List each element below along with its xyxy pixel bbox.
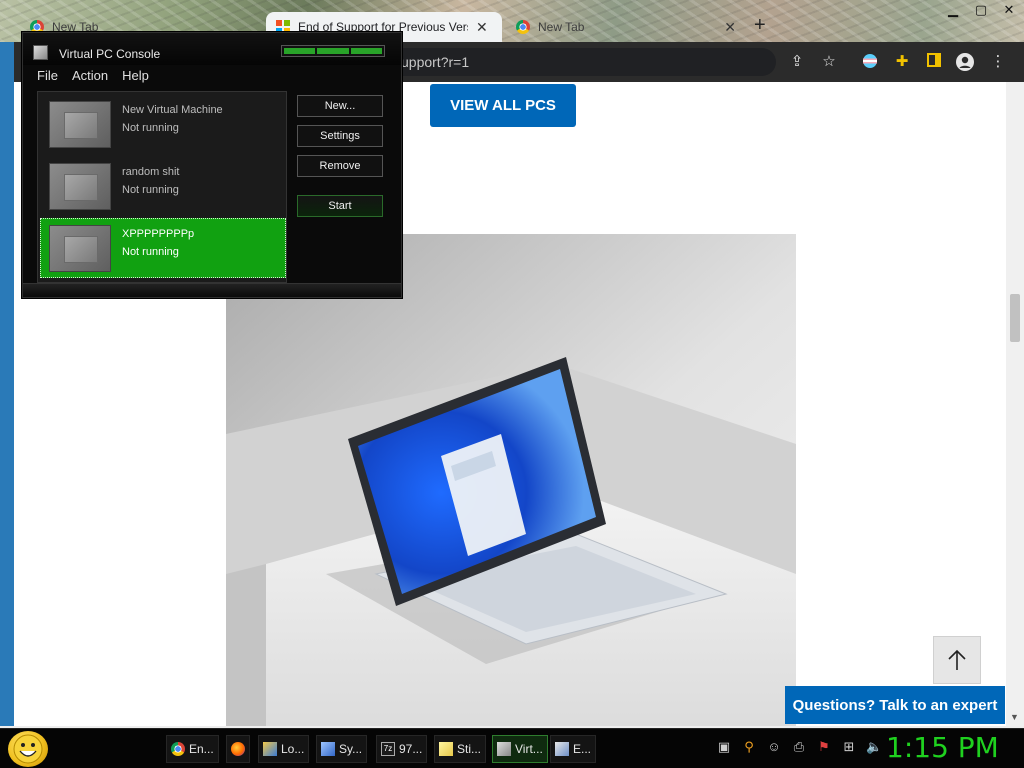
scrollbar-thumb[interactable] <box>1010 294 1020 342</box>
taskbar-label: Virt... <box>515 742 543 756</box>
chrome-icon <box>516 20 530 34</box>
vpc-menubar: File Action Help <box>23 65 401 87</box>
vm-list: New Virtual Machine Not running random s… <box>37 91 287 283</box>
taskbar-item-firefox[interactable] <box>226 735 250 763</box>
extension-flag-icon[interactable] <box>861 53 879 71</box>
taskbar-label: Lo... <box>281 742 305 756</box>
vm-thumbnail <box>49 225 111 272</box>
taskbar-label: E... <box>573 742 592 756</box>
taskbar-label: En... <box>189 742 214 756</box>
network-computer-icon[interactable]: ▣ <box>716 739 732 755</box>
new-vm-button[interactable]: New... <box>297 95 383 117</box>
virtual-pc-icon <box>33 45 48 60</box>
scroll-to-top-button[interactable] <box>933 636 981 684</box>
taskbar-item-chrome[interactable]: En... <box>166 735 219 763</box>
close-window-icon[interactable]: ✕ <box>1000 2 1018 18</box>
vm-item-xppppppppp[interactable]: XPPPPPPPPp Not running <box>40 218 286 278</box>
taskbar-label: 97... <box>399 742 423 756</box>
desktop-edge <box>0 42 14 726</box>
scroll-down-arrow-icon[interactable]: ▼ <box>1010 712 1019 722</box>
extensions-puzzle-icon[interactable]: ✚ <box>893 53 911 71</box>
folder-picture-icon <box>263 742 277 756</box>
close-icon[interactable]: ✕ <box>724 19 736 36</box>
vm-item-new-virtual-machine[interactable]: New Virtual Machine Not running <box>40 94 286 154</box>
vm-name: New Virtual Machine <box>122 104 223 116</box>
profile-avatar-icon[interactable] <box>956 53 974 71</box>
menu-action[interactable]: Action <box>72 65 108 87</box>
clock[interactable]: 1:15 PM <box>886 731 999 764</box>
action-center-flag-icon[interactable]: ⚑ <box>816 739 832 755</box>
menu-help[interactable]: Help <box>122 65 149 87</box>
vm-status: Not running <box>122 246 179 258</box>
taskbar-label: Sti... <box>457 742 482 756</box>
talk-to-expert-button[interactable]: Questions? Talk to an expert <box>785 686 1005 724</box>
system-tray: ▣ ⚲ ☺ ⎙ ⚑ ⊞ 🔈 <box>716 739 882 755</box>
vpc-titlebar[interactable]: Virtual PC Console <box>23 33 401 65</box>
new-tab-button[interactable]: + <box>754 14 766 37</box>
vm-name: random shit <box>122 166 180 178</box>
taskbar-label: Sy... <box>339 742 363 756</box>
vm-status: Not running <box>122 122 179 134</box>
messenger-icon[interactable]: ☺ <box>766 739 782 755</box>
tab-new-tab-2[interactable]: New Tab ✕ <box>506 12 746 42</box>
taskbar-item-explorer[interactable]: E... <box>550 735 597 763</box>
taskbar-item-sticky-notes[interactable]: Sti... <box>434 735 487 763</box>
bookmark-star-icon[interactable]: ☆ <box>820 53 838 71</box>
virtual-pc-icon <box>497 742 511 756</box>
close-icon[interactable]: ✕ <box>476 19 488 36</box>
vm-thumbnail <box>49 163 111 210</box>
vertical-scrollbar[interactable]: ▼ <box>1006 82 1024 726</box>
settings-button[interactable]: Settings <box>297 125 383 147</box>
share-icon[interactable]: ⇪ <box>788 53 806 71</box>
menu-file[interactable]: File <box>37 65 58 87</box>
tab-label: New Tab <box>538 20 585 34</box>
activity-meter <box>281 45 385 57</box>
taskbar-item-sy[interactable]: Sy... <box>316 735 368 763</box>
sticky-notes-icon <box>439 742 453 756</box>
minimize-icon[interactable]: ▁ <box>944 2 962 18</box>
network-icon[interactable]: ⊞ <box>841 739 857 755</box>
taskbar-item-lo[interactable]: Lo... <box>258 735 310 763</box>
vm-name: XPPPPPPPPp <box>122 228 195 240</box>
menu-kebab-icon[interactable]: ⋮ <box>989 53 1007 71</box>
window-controls: ▁ ▢ ✕ <box>944 2 1018 18</box>
chrome-icon <box>171 742 185 756</box>
vm-item-random-shit[interactable]: random shit Not running <box>40 156 286 216</box>
explorer-icon <box>555 742 569 756</box>
volume-icon[interactable]: 🔈 <box>866 739 882 755</box>
7zip-icon: 7z <box>381 742 395 756</box>
virtual-pc-console-window: Virtual PC Console File Action Help New … <box>22 32 402 298</box>
search-icon[interactable]: ⚲ <box>741 739 757 755</box>
vpc-bottom-bar <box>23 283 401 297</box>
vm-thumbnail <box>49 101 111 148</box>
start-button-smiley-icon[interactable] <box>8 731 48 767</box>
taskbar-item-7zip[interactable]: 7z 97... <box>376 735 428 763</box>
arrow-up-icon <box>948 649 966 670</box>
view-all-pcs-button[interactable]: VIEW ALL PCS <box>430 84 576 127</box>
start-button[interactable]: Start <box>297 195 383 217</box>
vm-status: Not running <box>122 184 179 196</box>
system-properties-icon <box>321 742 335 756</box>
side-panel-icon[interactable] <box>925 53 943 71</box>
url-text: upport?r=1 <box>401 54 470 70</box>
printer-icon[interactable]: ⎙ <box>791 739 807 755</box>
remove-button[interactable]: Remove <box>297 155 383 177</box>
window-title: Virtual PC Console <box>59 47 161 61</box>
maximize-icon[interactable]: ▢ <box>972 2 990 18</box>
taskbar: En... Lo... Sy... 7z 97... Sti... Virt..… <box>0 728 1024 768</box>
firefox-icon <box>231 742 245 756</box>
laptop-hero-image <box>226 234 796 726</box>
taskbar-item-virtual-pc[interactable]: Virt... <box>492 735 548 763</box>
